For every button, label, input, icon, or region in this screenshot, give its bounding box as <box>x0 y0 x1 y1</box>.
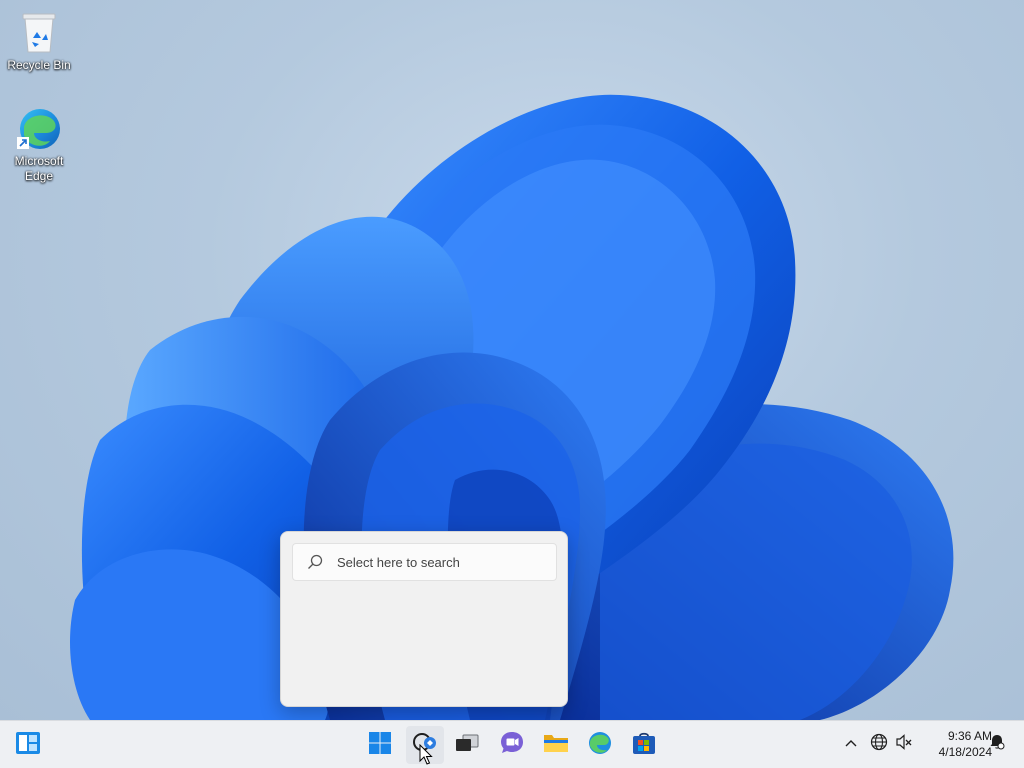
desktop-icon-recycle-bin[interactable]: Recycle Bin <box>3 8 75 73</box>
folder-icon <box>542 731 570 760</box>
search-flyout <box>280 531 568 707</box>
chevron-up-icon <box>844 735 858 753</box>
notification-icon <box>988 733 1006 756</box>
widgets-button[interactable] <box>9 726 47 764</box>
clock-time: 9:36 AM <box>947 729 992 743</box>
edge-icon <box>587 730 613 761</box>
taskbar-clock[interactable]: 9:36 AM 4/18/2024 <box>920 728 992 760</box>
desktop-icon-label: Recycle Bin <box>7 58 71 72</box>
notification-button[interactable] <box>986 733 1008 755</box>
desktop: Recycle Bin Microsoft Edge <box>0 0 1024 720</box>
speaker-muted-icon <box>895 733 913 756</box>
taskbar: 9:36 AM 4/18/2024 <box>0 720 1024 768</box>
search-input[interactable] <box>337 554 537 570</box>
recycle-bin-icon <box>15 8 63 56</box>
file-explorer-button[interactable] <box>537 726 575 764</box>
teams-chat-icon <box>499 730 525 761</box>
task-view-icon <box>454 732 480 759</box>
edge-button[interactable] <box>581 726 619 764</box>
show-hidden-icons-button[interactable] <box>840 733 862 755</box>
network-button[interactable] <box>868 733 890 755</box>
desktop-icon-label: Microsoft Edge <box>14 154 64 183</box>
task-view-button[interactable] <box>448 726 486 764</box>
start-button[interactable] <box>361 726 399 764</box>
store-icon <box>631 730 657 761</box>
search-box[interactable] <box>292 543 557 581</box>
store-button[interactable] <box>625 726 663 764</box>
edge-icon <box>15 104 63 152</box>
widgets-icon <box>15 731 41 760</box>
mouse-cursor <box>419 744 433 765</box>
globe-icon <box>870 733 888 756</box>
windows-logo-icon <box>368 731 392 760</box>
chat-button[interactable] <box>493 726 531 764</box>
desktop-icon-edge[interactable]: Microsoft Edge <box>3 104 75 184</box>
clock-date: 4/18/2024 <box>938 745 992 759</box>
volume-button[interactable] <box>893 733 915 755</box>
search-icon <box>307 552 327 572</box>
